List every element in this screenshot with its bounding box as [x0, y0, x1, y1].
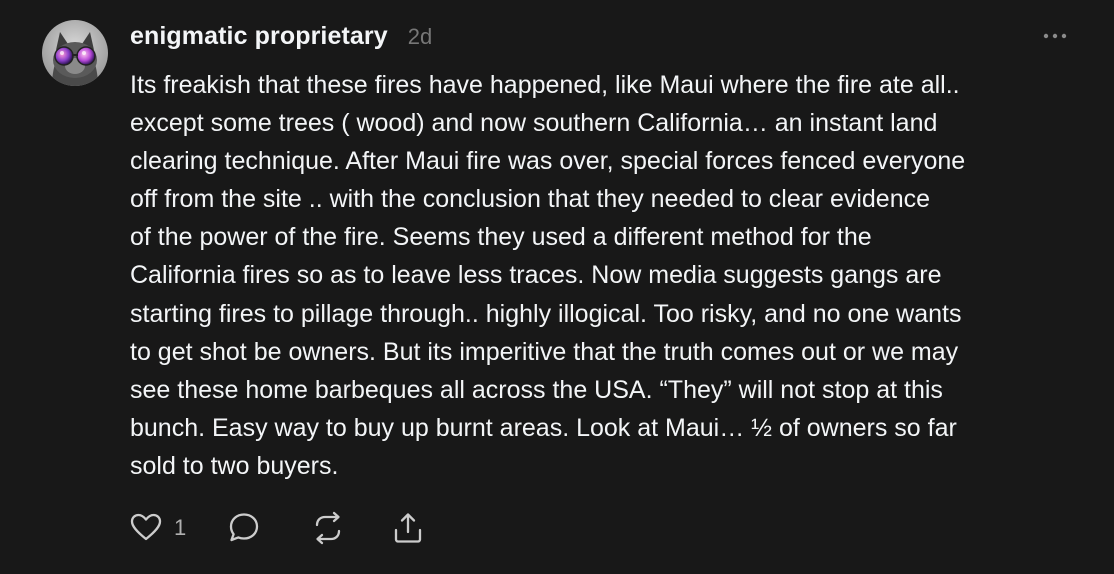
- post-body: Its freakish that these fires have happe…: [130, 66, 1090, 485]
- repost-icon: [316, 511, 341, 545]
- share-icon: [395, 513, 422, 543]
- post-body-line: sold to two buyers.: [130, 451, 339, 480]
- post-body-line: off from the site .. with the conclusion…: [130, 185, 931, 214]
- author-name[interactable]: enigmatic proprietary: [130, 22, 388, 51]
- comment-icon: [230, 513, 259, 542]
- like-count: 1: [174, 515, 187, 540]
- cat-avatar-icon: [42, 20, 108, 86]
- heart-icon: [130, 513, 162, 541]
- post-header: enigmatic proprietary 2d: [130, 22, 432, 58]
- post-body-line: California fires so as to leave less tra…: [130, 261, 942, 290]
- post-body-line: see these home barbeques all across the …: [130, 375, 943, 404]
- post-body-line: Its freakish that these fires have happe…: [130, 71, 960, 99]
- comment-button[interactable]: [226, 508, 262, 548]
- post-body-line: clearing technique. After Maui fire was …: [130, 147, 966, 176]
- post: enigmatic proprietary 2d Its freakish th…: [0, 0, 1114, 574]
- like-button[interactable]: 1: [128, 508, 186, 548]
- post-age: 2d: [407, 24, 433, 49]
- more-horizontal-icon: [1043, 33, 1067, 39]
- post-actions: 1: [128, 508, 426, 548]
- repost-button[interactable]: [310, 508, 346, 548]
- post-body-line: of the power of the fire. Seems they use…: [130, 223, 872, 252]
- share-button[interactable]: [390, 508, 426, 548]
- post-body-line: except some trees ( wood) and now southe…: [130, 109, 938, 138]
- post-body-line: to get shot be owners. But its imperitiv…: [130, 337, 959, 366]
- more-options-button[interactable]: [1040, 26, 1072, 46]
- post-body-line: bunch. Easy way to buy up burnt areas. L…: [130, 413, 957, 442]
- post-body-line: starting fires to pillage through.. high…: [130, 299, 962, 328]
- avatar[interactable]: [42, 20, 108, 86]
